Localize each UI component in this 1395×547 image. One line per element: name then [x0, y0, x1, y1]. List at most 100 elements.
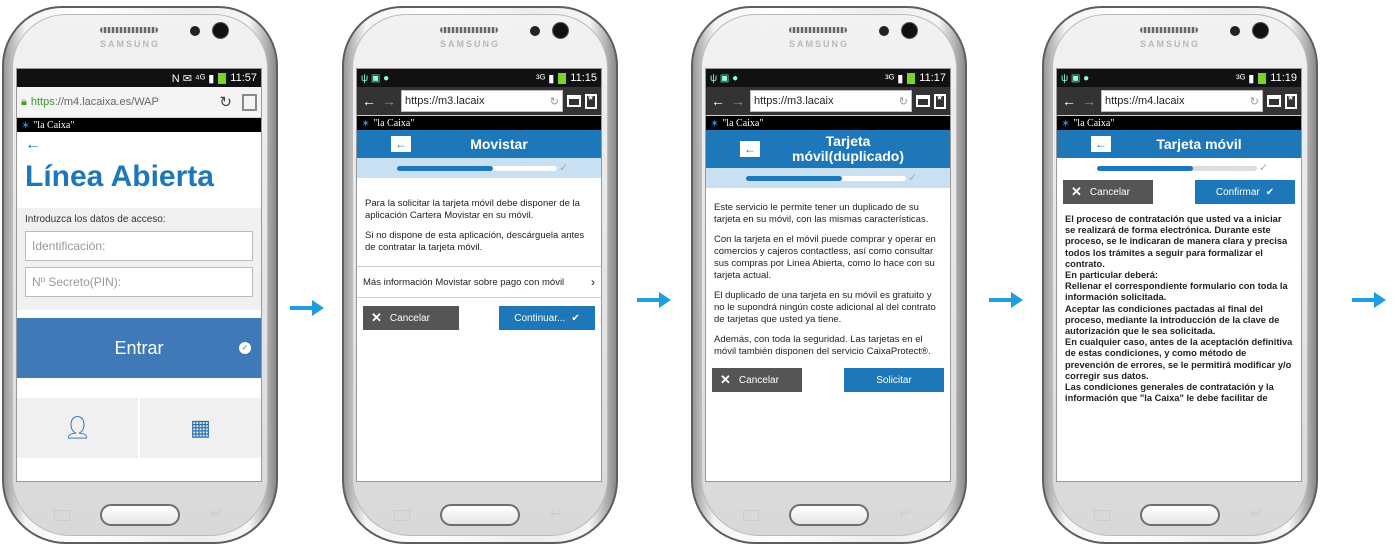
- bookmark-icon[interactable]: [1285, 93, 1297, 109]
- contract-text: El proceso de contratación que usted va …: [1065, 214, 1293, 404]
- home-button[interactable]: [1140, 504, 1220, 526]
- menu-key-icon[interactable]: [743, 510, 759, 521]
- back-arrow-icon[interactable]: ←: [1061, 93, 1077, 109]
- url-text: https://m3.lacaix: [405, 95, 485, 107]
- progress-bar: ✓: [706, 168, 950, 188]
- submit-button[interactable]: Solicitar: [844, 368, 944, 392]
- bookmark-icon[interactable]: [585, 93, 597, 109]
- back-key-icon[interactable]: ↩: [899, 505, 911, 522]
- back-arrow-icon[interactable]: ←: [361, 93, 377, 109]
- cancel-label: Cancelar: [1089, 186, 1130, 198]
- status-bar: ψ ▣ ● ³ᴳ ▮ 11:19: [1057, 69, 1301, 87]
- user-access-button[interactable]: 👤︎: [17, 398, 140, 458]
- caixa-star-logo-icon: ✶: [710, 117, 720, 130]
- status-time: 11:57: [230, 72, 257, 84]
- reload-icon[interactable]: ↻: [899, 95, 908, 108]
- status-time: 11:15: [570, 72, 597, 84]
- cancel-button[interactable]: ✕ Cancelar: [363, 306, 459, 330]
- phone-4: SAMSUNG ψ ▣ ● ³ᴳ ▮ 11:19 ← → https://m4.…: [1040, 0, 1320, 547]
- speaker-grille: [100, 27, 158, 33]
- logo-text: "la Caixa": [1073, 117, 1115, 129]
- home-button[interactable]: [440, 504, 520, 526]
- home-button[interactable]: [100, 504, 180, 526]
- user-icon: 👤︎: [63, 415, 92, 440]
- flow-arrow-icon: [290, 300, 324, 316]
- back-key-icon[interactable]: ↩: [1250, 505, 1262, 522]
- signal-icon: ³ᴳ ▮: [1236, 72, 1255, 85]
- reload-icon[interactable]: ↻: [219, 93, 232, 111]
- brand-label: SAMSUNG: [1140, 39, 1201, 49]
- url-field[interactable]: https://m4.lacaix ↻: [1101, 90, 1263, 112]
- battery-icon: [218, 72, 227, 84]
- menu-key-icon[interactable]: [54, 510, 70, 521]
- chevron-right-icon: ›: [591, 275, 595, 289]
- forward-arrow-icon[interactable]: →: [381, 93, 397, 109]
- close-icon: ✕: [1071, 184, 1082, 199]
- sensor-dot: [530, 26, 540, 36]
- tabs-icon[interactable]: [242, 93, 257, 111]
- logo-text: "la Caixa": [33, 119, 75, 131]
- url-field[interactable]: https://m3.lacaix ↻: [401, 90, 563, 112]
- screen: N ✉ ⁴ᴳ ▮ 11:57 🔒︎ https://m4.lacaixa.es/…: [16, 68, 262, 482]
- form-label: Introduzca los datos de acceso:: [25, 214, 166, 225]
- info-paragraph: Si no dispone de esta aplicación, descár…: [365, 230, 585, 253]
- reload-icon[interactable]: ↻: [1250, 95, 1259, 108]
- sensor-dot: [190, 26, 200, 36]
- menu-key-icon[interactable]: [394, 510, 410, 521]
- page-header: ← Movistar: [357, 130, 601, 158]
- brand-label: SAMSUNG: [100, 39, 161, 49]
- action-row: ✕ Cancelar Confirmar ✔: [1057, 178, 1301, 206]
- tabs-icon[interactable]: [567, 95, 581, 107]
- status-time: 11:17: [919, 72, 946, 84]
- progress-bar: ✓: [1057, 158, 1301, 178]
- progress-bar: ✓: [357, 158, 601, 178]
- bookmark-icon[interactable]: [934, 93, 946, 109]
- caixa-star-logo-icon: ✶: [1061, 117, 1071, 130]
- close-icon: ✕: [720, 372, 731, 387]
- forward-arrow-icon[interactable]: →: [1081, 93, 1097, 109]
- screen: ψ ▣ ● ³ᴳ ▮ 11:17 ← → https://m3.lacaix ↻…: [705, 68, 951, 482]
- cancel-button[interactable]: ✕ Cancelar: [1063, 180, 1153, 204]
- sensor-dot: [1230, 26, 1240, 36]
- front-camera: [901, 22, 918, 39]
- back-button[interactable]: ←: [1091, 136, 1111, 152]
- front-camera: [552, 22, 569, 39]
- battery-icon: [1258, 72, 1267, 84]
- back-button[interactable]: ←: [740, 141, 760, 157]
- id-input[interactable]: Identificación:: [25, 231, 253, 261]
- info-paragraph: Además, con toda la seguridad. Las tarje…: [714, 334, 931, 357]
- back-key-icon[interactable]: ↩: [550, 505, 562, 522]
- back-arrow-icon[interactable]: ←: [710, 93, 726, 109]
- caixa-star-logo-icon: ✶: [361, 117, 371, 130]
- browser-url-bar: ← → https://m4.lacaix ↻: [1057, 87, 1301, 116]
- tabs-icon[interactable]: [1267, 95, 1281, 107]
- logo-bar: ✶ "la Caixa": [1057, 116, 1301, 130]
- back-button[interactable]: ←: [17, 132, 261, 156]
- signal-icon: ³ᴳ ▮: [536, 72, 555, 85]
- check-icon: ✔: [571, 312, 580, 324]
- more-info-link[interactable]: Más información Movistar sobre pago con …: [357, 266, 601, 298]
- enter-button[interactable]: Entrar ✓: [17, 318, 261, 378]
- back-button[interactable]: ←: [391, 136, 411, 152]
- pin-input[interactable]: Nº Secreto(PIN):: [25, 267, 253, 297]
- home-button[interactable]: [789, 504, 869, 526]
- menu-key-icon[interactable]: [1094, 510, 1110, 521]
- notification-icons: ψ ▣ ●: [1061, 72, 1090, 84]
- status-bar: ψ ▣ ● ³ᴳ ▮ 11:17: [706, 69, 950, 87]
- continue-button[interactable]: Continuar... ✔: [499, 306, 595, 330]
- url-field[interactable]: https://m3.lacaix ↻: [750, 90, 912, 112]
- reload-icon[interactable]: ↻: [550, 95, 559, 108]
- flow-arrow-icon: [989, 292, 1023, 308]
- action-row: ✕ Cancelar Continuar... ✔: [357, 298, 601, 338]
- tabs-icon[interactable]: [916, 95, 930, 107]
- forward-arrow-icon[interactable]: →: [730, 93, 746, 109]
- progress-check-icon: ✓: [1259, 162, 1269, 174]
- cancel-button[interactable]: ✕ Cancelar: [712, 368, 802, 392]
- logo-bar: ✶ "la Caixa": [357, 116, 601, 130]
- confirm-button[interactable]: Confirmar ✔: [1195, 180, 1295, 204]
- office-access-button[interactable]: ▦: [140, 398, 261, 458]
- url-text[interactable]: https://m4.lacaixa.es/WAP: [31, 96, 216, 108]
- back-key-icon[interactable]: ↩: [210, 505, 222, 522]
- info-paragraph: Este servicio le permite tener un duplic…: [714, 202, 929, 225]
- signal-icon: N ✉ ⁴ᴳ ▮: [171, 72, 215, 85]
